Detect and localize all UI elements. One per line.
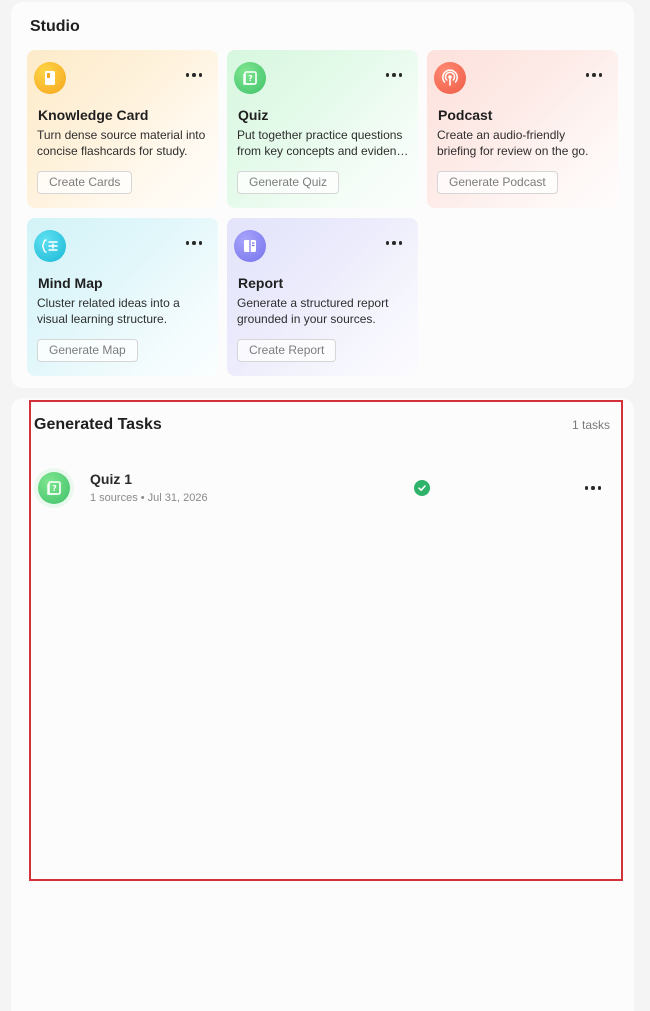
task-row[interactable]: ? Quiz 1 1 sources • Jul 31, 2026 (31, 462, 621, 512)
card-description: Cluster related ideas into a visual lear… (37, 296, 180, 326)
card-title: Report (238, 275, 284, 291)
report-tile[interactable]: Report Generate a structured report grou… (227, 218, 418, 376)
svg-text:?: ? (52, 484, 57, 493)
generate-podcast-button[interactable]: Generate Podcast (437, 171, 558, 194)
card-title: Quiz (238, 107, 269, 123)
tasks-count: 1 tasks (571, 418, 610, 432)
card-title: Knowledge Card (38, 107, 149, 123)
quiz-icon: ? (234, 62, 266, 94)
mind-map-more-button[interactable] (184, 236, 204, 250)
knowledge-card-more-button[interactable] (184, 68, 204, 82)
podcast-tile[interactable]: Podcast Create an audio-friendly briefin… (427, 50, 618, 208)
svg-text:?: ? (248, 74, 253, 83)
task-meta: 1 sources • Jul 31, 2026 (90, 492, 208, 504)
generate-quiz-button[interactable]: Generate Quiz (237, 171, 340, 194)
flashcard-icon (34, 62, 66, 94)
card-description: Create an audio-friendly briefing for re… (437, 128, 589, 158)
more-icon (585, 73, 603, 77)
podcast-more-button[interactable] (584, 68, 604, 82)
task-more-button[interactable] (583, 482, 603, 494)
quiz-tile[interactable]: ? Quiz Put together practice questions f… (227, 50, 418, 208)
quiz-icon: ? (38, 472, 70, 504)
report-more-button[interactable] (384, 236, 404, 250)
more-icon (385, 73, 403, 77)
card-description: Turn dense source material into concise … (37, 128, 206, 158)
report-icon (234, 230, 266, 262)
task-name: Quiz 1 (90, 471, 133, 487)
more-icon (185, 241, 203, 245)
card-title: Mind Map (38, 275, 103, 291)
more-icon (385, 241, 403, 245)
knowledge-card-tile[interactable]: Knowledge Card Turn dense source materia… (27, 50, 218, 208)
generate-map-button[interactable]: Generate Map (37, 339, 138, 362)
mind-map-tile[interactable]: Mind Map Cluster related ideas into a vi… (27, 218, 218, 376)
check-circle-icon (414, 480, 430, 496)
card-title: Podcast (438, 107, 493, 123)
more-icon (584, 486, 602, 490)
card-description: Put together practice questions from key… (237, 128, 412, 158)
podcast-icon (434, 62, 466, 94)
more-icon (185, 73, 203, 77)
tasks-title: Generated Tasks (34, 416, 162, 433)
card-description: Generate a structured report grounded in… (237, 296, 389, 326)
create-report-button[interactable]: Create Report (237, 339, 337, 362)
create-cards-button[interactable]: Create Cards (37, 171, 133, 194)
studio-panel: Studio Knowledge Card Turn dense source … (11, 2, 634, 388)
studio-title: Studio (30, 18, 80, 35)
generated-tasks-section: Generated Tasks 1 tasks ? Quiz 1 1 sourc… (29, 400, 623, 881)
mind-map-icon (34, 230, 66, 262)
quiz-more-button[interactable] (384, 68, 404, 82)
